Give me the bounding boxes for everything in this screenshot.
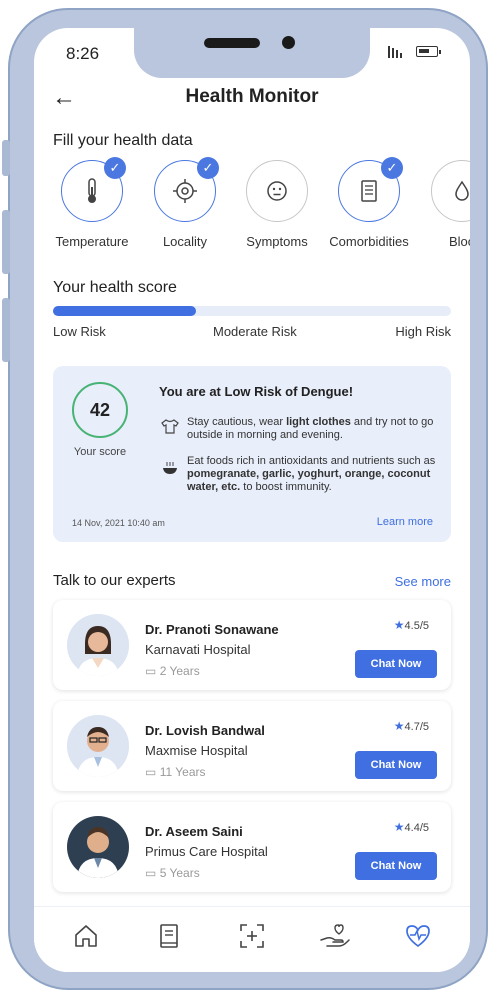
- header: ← Health Monitor: [34, 84, 470, 114]
- doctor-experience: ▭ 11 Years: [145, 765, 206, 779]
- check-icon: ✓: [104, 157, 126, 179]
- doctor-card[interactable]: Dr. Pranoti Sonawane Karnavati Hospital …: [53, 600, 451, 690]
- doctor-name: Dr. Aseem Saini: [145, 824, 243, 839]
- speaker: [204, 38, 260, 48]
- battery-icon: [416, 45, 441, 57]
- doctor-hospital: Primus Care Hospital: [145, 844, 268, 859]
- side-button: [2, 298, 10, 362]
- tip-clothes: Stay cautious, wear light clothes and tr…: [187, 416, 434, 441]
- see-more-link[interactable]: See more: [395, 574, 451, 589]
- doctor-rating: ★4.5/5: [393, 618, 429, 632]
- data-label: Bloo: [448, 234, 470, 249]
- doctor-rating: ★4.4/5: [393, 820, 429, 834]
- hand-heart-icon: [320, 923, 350, 947]
- doctor-card[interactable]: Dr. Aseem Saini Primus Care Hospital ▭ 5…: [53, 802, 451, 892]
- document-icon: [361, 180, 377, 202]
- food-bowl-icon: [163, 462, 177, 474]
- nav-care[interactable]: [315, 916, 355, 956]
- low-risk-label: Low Risk: [53, 324, 106, 339]
- signal-icon: [388, 44, 402, 58]
- score-label: Your score: [73, 446, 127, 458]
- experts-title: Talk to our experts: [53, 572, 176, 589]
- high-risk-label: High Risk: [395, 324, 451, 339]
- data-label: Symptoms: [246, 234, 308, 249]
- briefcase-icon: ▭: [145, 765, 157, 779]
- health-score-title: Your health score: [53, 279, 177, 296]
- risk-card: 42 Your score You are at Low Risk of Den…: [53, 366, 451, 542]
- data-item-symptoms[interactable]: Symptoms: [232, 160, 322, 249]
- data-label: Locality: [162, 234, 208, 249]
- data-label: Comorbidities: [329, 234, 409, 249]
- nav-home[interactable]: [66, 916, 106, 956]
- data-item-comorbidities[interactable]: ✓ Comorbidities: [324, 157, 414, 249]
- temperature-circle[interactable]: ✓: [61, 157, 126, 222]
- risk-title: You are at Low Risk of Dengue!: [159, 384, 354, 399]
- face-icon: [267, 181, 287, 201]
- doctor-name: Dr. Pranoti Sonawane: [145, 622, 279, 637]
- moderate-risk-label: Moderate Risk: [213, 324, 297, 339]
- data-item-locality[interactable]: ✓ Locality: [140, 157, 230, 249]
- doctor-name: Dr. Lovish Bandwal: [145, 723, 265, 738]
- avatar: [67, 715, 129, 777]
- learn-more-link[interactable]: Learn more: [377, 516, 433, 528]
- doctor-hospital: Karnavati Hospital: [145, 642, 251, 657]
- score-circle: 42: [72, 382, 128, 438]
- page-title: Health Monitor: [185, 86, 319, 107]
- check-icon: ✓: [197, 157, 219, 179]
- doctor-experience: ▭ 2 Years: [145, 664, 200, 678]
- side-button: [2, 210, 10, 274]
- phone-screen: 8:26 ← Health Monitor Fill your health d…: [34, 28, 470, 972]
- risk-date: 14 Nov, 2021 10:40 am: [72, 518, 165, 528]
- health-score-fill: [53, 306, 197, 316]
- chat-now-button[interactable]: Chat Now: [355, 852, 437, 880]
- data-label: Temperature: [55, 234, 129, 249]
- nav-records[interactable]: [149, 916, 189, 956]
- check-icon: ✓: [381, 157, 403, 179]
- comorbidities-circle[interactable]: ✓: [338, 157, 403, 222]
- briefcase-icon: ▭: [145, 664, 157, 678]
- chat-now-button[interactable]: Chat Now: [355, 650, 437, 678]
- nav-scan[interactable]: [232, 916, 272, 956]
- thermometer-icon: [88, 178, 96, 203]
- notch: [134, 28, 370, 78]
- data-item-blood[interactable]: Bloo: [417, 160, 470, 249]
- book-icon: [159, 923, 178, 948]
- nav-health-monitor[interactable]: [398, 916, 438, 956]
- health-score-bar: [53, 306, 451, 316]
- home-icon: [74, 924, 97, 947]
- blood-circle[interactable]: [431, 160, 470, 222]
- tip-food: Eat foods rich in antioxidants and nutri…: [187, 455, 436, 493]
- blood-drop-icon: [455, 180, 469, 201]
- tshirt-icon: [161, 419, 179, 434]
- chat-now-button[interactable]: Chat Now: [355, 751, 437, 779]
- avatar: [67, 614, 129, 676]
- star-icon: ★: [393, 719, 405, 733]
- status-time: 8:26: [66, 44, 100, 63]
- health-data-row: ✓ Temperature ✓ Locality Symptoms ✓ Como…: [34, 157, 470, 252]
- data-item-temperature[interactable]: ✓ Temperature: [47, 157, 137, 249]
- camera: [282, 36, 295, 49]
- symptoms-circle[interactable]: [246, 160, 308, 222]
- heart-pulse-icon: [406, 924, 431, 947]
- side-button: [2, 140, 10, 176]
- fill-data-title: Fill your health data: [53, 132, 193, 149]
- scan-plus-icon: [240, 923, 264, 948]
- briefcase-icon: ▭: [145, 866, 157, 880]
- doctor-experience: ▭ 5 Years: [145, 866, 200, 880]
- star-icon: ★: [393, 820, 405, 834]
- doctor-rating: ★4.7/5: [393, 719, 429, 733]
- star-icon: ★: [393, 618, 405, 632]
- doctor-hospital: Maxmise Hospital: [145, 743, 248, 758]
- locality-circle[interactable]: ✓: [154, 157, 219, 222]
- doctor-card[interactable]: Dr. Lovish Bandwal Maxmise Hospital ▭ 11…: [53, 701, 451, 791]
- location-target-icon: [173, 179, 197, 203]
- bottom-nav: [34, 906, 470, 972]
- avatar: [67, 816, 129, 878]
- status-icons: [388, 44, 441, 58]
